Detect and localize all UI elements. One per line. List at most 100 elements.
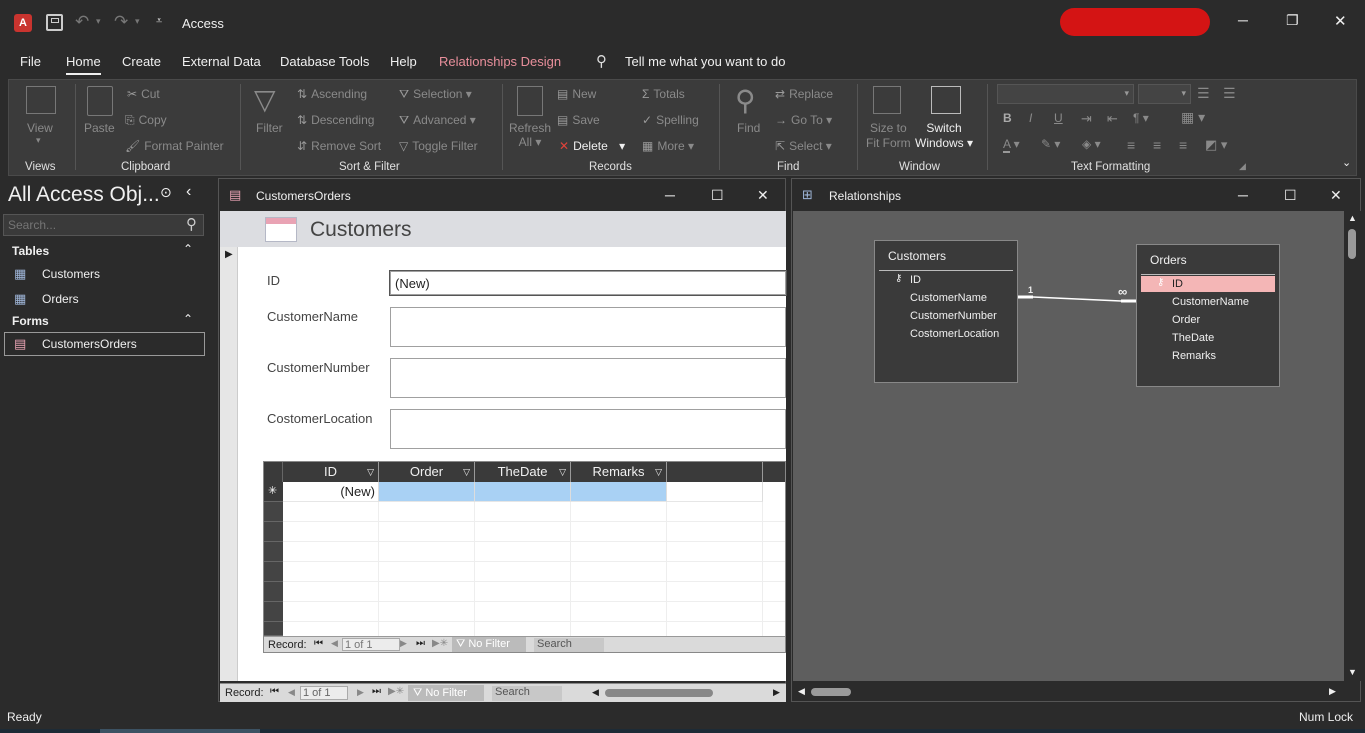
tab-database-tools[interactable]: Database Tools <box>280 54 369 69</box>
selection-button[interactable]: ⛛ Selection ▾ <box>399 87 472 102</box>
restore-button[interactable]: ❐ <box>1286 12 1299 29</box>
tab-home[interactable]: Home <box>66 54 101 75</box>
nav-section-tables[interactable]: Tables <box>12 244 49 258</box>
nav-item-customersorders[interactable]: ▤ CustomersOrders <box>4 332 205 356</box>
search-icon[interactable]: ⚲ <box>186 215 197 233</box>
current-record-input[interactable]: 1 of 1 <box>300 686 348 700</box>
column-filter-icon[interactable]: ▽ <box>559 462 566 482</box>
table-cell-order[interactable] <box>379 482 475 502</box>
record-selector-bar[interactable]: ▶ <box>220 247 238 681</box>
select-button[interactable]: ⇱ Select ▾ <box>775 139 832 153</box>
minimize-button[interactable]: ─ <box>1238 187 1248 203</box>
save-record-button[interactable]: ▤ Save <box>557 113 600 127</box>
tab-external-data[interactable]: External Data <box>182 54 261 69</box>
replace-button[interactable]: ⇄ Replace <box>775 87 833 101</box>
tab-create[interactable]: Create <box>122 54 161 69</box>
v-scroll-up-icon[interactable]: ▲ <box>1348 213 1357 223</box>
refresh-icon[interactable] <box>517 86 543 116</box>
conditional-format-icon[interactable]: ◩ ▾ <box>1205 137 1227 153</box>
last-record-icon[interactable]: ⏭ <box>416 638 425 649</box>
format-painter-button[interactable]: 🖌 Format Painter <box>125 139 224 153</box>
refresh-all-button[interactable]: Refresh All ▾ <box>509 121 551 149</box>
column-filter-icon[interactable]: ▽ <box>463 462 470 482</box>
maximize-button[interactable]: ☐ <box>1284 187 1297 204</box>
search-icon[interactable]: ⚲ <box>596 52 607 70</box>
current-record-input[interactable]: 1 of 1 <box>342 638 400 651</box>
close-button[interactable]: ✕ <box>757 187 769 204</box>
toggle-filter-button[interactable]: ▽ Toggle Filter <box>399 139 478 153</box>
collapse-forms-icon[interactable]: ⌃ <box>183 312 193 326</box>
column-header-id[interactable]: ID ▽ <box>283 462 379 482</box>
undo-icon[interactable]: ↶ <box>75 12 89 32</box>
next-record-icon[interactable]: ▶ <box>357 687 364 698</box>
nav-search-input[interactable] <box>8 217 178 233</box>
copy-button[interactable]: ⎘ Copy <box>125 113 167 128</box>
italic-button[interactable]: I <box>1029 111 1032 125</box>
column-header-remarks[interactable]: Remarks ▽ <box>571 462 667 482</box>
spelling-button[interactable]: ✓ Spelling <box>642 113 699 127</box>
field-item[interactable]: ID <box>1172 278 1183 290</box>
view-dropdown-icon[interactable]: ▾ <box>36 135 41 146</box>
no-filter-button[interactable]: ⛛ No Filter <box>452 637 526 652</box>
collapse-tables-icon[interactable]: ⌃ <box>183 242 193 256</box>
more-button[interactable]: ▦ More ▾ <box>642 139 694 153</box>
filter-icon[interactable]: ▽ <box>254 86 276 114</box>
h-scroll-right-icon[interactable]: ▶ <box>773 687 780 698</box>
id-field[interactable] <box>389 270 787 296</box>
customize-qat-icon[interactable]: ⩡ <box>156 15 162 28</box>
form-search-input[interactable]: Search <box>492 686 562 701</box>
bullets-icon[interactable]: ☰ <box>1197 85 1210 102</box>
view-button[interactable]: View <box>27 121 53 135</box>
h-scroll-right-icon[interactable]: ▶ <box>1329 686 1336 697</box>
font-name-select[interactable]: ▾ <box>997 84 1134 104</box>
paste-button[interactable]: Paste <box>84 121 115 135</box>
nav-item-customers[interactable]: ▦ Customers <box>14 266 204 286</box>
h-scrollbar[interactable]: ◀ ▶ <box>793 682 1344 701</box>
maximize-button[interactable]: ☐ <box>711 187 724 204</box>
tell-me-input[interactable]: Tell me what you want to do <box>625 54 785 69</box>
nav-pane-title[interactable]: All Access Obj... <box>8 183 160 207</box>
field-item[interactable]: Order <box>1172 314 1200 326</box>
numbering-icon[interactable]: ☰ <box>1223 85 1236 102</box>
minimize-button[interactable]: ─ <box>1238 12 1248 28</box>
h-scrollbar-thumb[interactable] <box>605 689 713 697</box>
advanced-button[interactable]: ⛛ Advanced ▾ <box>399 113 476 128</box>
table-title[interactable]: Orders <box>1137 245 1279 275</box>
v-scroll-down-icon[interactable]: ▼ <box>1348 667 1357 677</box>
align-right-icon[interactable]: ≡ <box>1179 137 1187 153</box>
new-row-selector[interactable]: ✳ <box>264 482 283 502</box>
undo-dropdown-icon[interactable]: ▾ <box>96 16 101 27</box>
totals-button[interactable]: Σ Totals <box>642 87 685 101</box>
switch-windows-button[interactable]: Switch Windows ▾ <box>915 121 973 151</box>
table-title[interactable]: Customers <box>875 241 1017 271</box>
remove-sort-button[interactable]: ⇵ Remove Sort <box>297 139 381 153</box>
v-scrollbar-thumb[interactable] <box>1348 229 1356 259</box>
highlight-color-icon[interactable]: ✎ ▾ <box>1041 137 1060 151</box>
table-cell-thedate[interactable] <box>475 482 571 502</box>
indent-increase-icon[interactable]: ⇥ <box>1081 111 1092 127</box>
nav-pane-menu-icon[interactable]: ⊙ <box>160 184 172 201</box>
select-all-corner[interactable] <box>264 462 283 482</box>
close-button[interactable]: ✕ <box>1330 187 1342 204</box>
h-scroll-left-icon[interactable]: ◀ <box>592 687 599 698</box>
close-button[interactable]: ✕ <box>1334 12 1347 30</box>
column-filter-icon[interactable]: ▽ <box>367 462 374 482</box>
field-item[interactable]: CustomerName <box>910 292 987 304</box>
relationships-canvas[interactable]: Customers ⚷ ID CustomerName CustomerNumb… <box>793 211 1344 681</box>
column-header-order[interactable]: Order ▽ <box>379 462 475 482</box>
first-record-icon[interactable]: ⏮ <box>270 686 279 697</box>
table-customers[interactable]: Customers ⚷ ID CustomerName CustomerNumb… <box>874 240 1018 383</box>
redo-icon[interactable]: ↷ <box>114 12 128 32</box>
new-record-nav-icon[interactable]: ▶✳ <box>432 638 448 649</box>
align-left-icon[interactable]: ≡ <box>1127 137 1135 153</box>
indent-decrease-icon[interactable]: ⇤ <box>1107 111 1118 127</box>
new-record-nav-icon[interactable]: ▶✳ <box>388 686 404 697</box>
prev-record-icon[interactable]: ◀ <box>288 687 295 698</box>
paragraph-icon[interactable]: ¶ ▾ <box>1133 111 1149 125</box>
nav-section-forms[interactable]: Forms <box>12 314 49 328</box>
field-item[interactable]: ID <box>910 274 921 286</box>
field-item[interactable]: Remarks <box>1172 350 1216 362</box>
tab-relationships-design[interactable]: Relationships Design <box>439 54 561 69</box>
costomerlocation-field[interactable] <box>390 409 786 449</box>
no-filter-button[interactable]: ⛛ No Filter <box>408 685 484 701</box>
